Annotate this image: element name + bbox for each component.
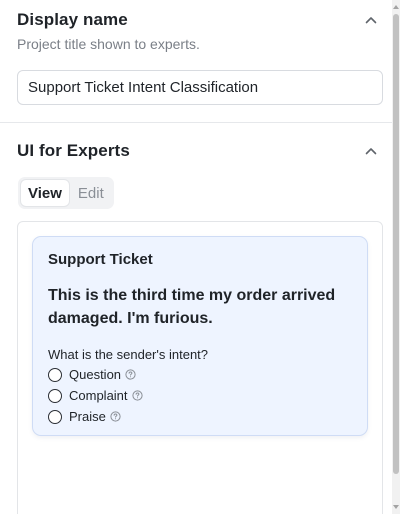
radio-button[interactable] [48,367,62,382]
display-name-subtitle: Project title shown to experts. [17,36,200,52]
option-label: Complaint [69,388,128,403]
tab-edit[interactable]: Edit [71,180,111,206]
view-edit-toggle: View Edit [18,177,114,209]
scroll-up-icon[interactable] [392,2,400,12]
option-label: Praise [69,409,106,424]
help-circle-icon[interactable] [125,369,136,380]
settings-panel: Display name Project title shown to expe… [0,0,392,514]
help-circle-icon[interactable] [110,411,121,422]
support-ticket-card: Support Ticket This is the third time my… [32,236,368,436]
option-complaint[interactable]: Complaint [48,385,143,406]
display-name-title: Display name [17,10,128,29]
display-name-header[interactable]: Display name [17,9,378,31]
help-circle-icon[interactable] [131,390,143,401]
radio-button[interactable] [48,388,62,403]
ui-for-experts-header[interactable]: UI for Experts [17,140,378,162]
option-praise[interactable]: Praise [48,406,143,427]
scrollbar[interactable] [392,0,400,514]
chevron-up-icon[interactable] [364,144,378,158]
intent-question: What is the sender's intent? [48,347,209,362]
scroll-down-icon[interactable] [392,502,400,512]
option-question[interactable]: Question [48,364,143,385]
ticket-message: This is the third time my order arrived … [48,287,336,327]
card-title: Support Ticket [48,251,153,268]
ui-for-experts-title: UI for Experts [17,141,130,160]
section-divider [0,122,392,123]
chevron-up-icon[interactable] [364,13,378,27]
intent-options: Question Complaint Praise [48,364,143,427]
display-name-input[interactable] [17,70,383,105]
tab-view[interactable]: View [21,180,69,206]
radio-button[interactable] [48,409,62,424]
scrollbar-thumb[interactable] [393,14,399,474]
option-label: Question [69,367,122,382]
